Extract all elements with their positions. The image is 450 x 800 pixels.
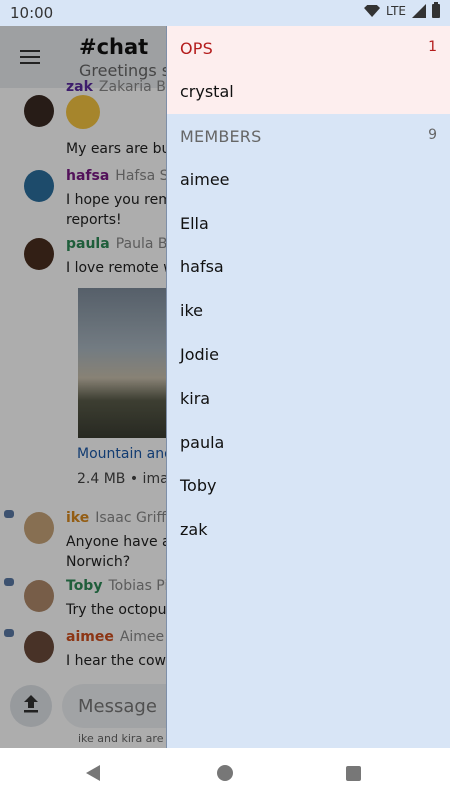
ops-section: OPS 1 crystal [167,26,450,114]
members-label: MEMBERS [180,126,262,146]
member-item[interactable]: Ella [167,202,450,246]
member-name: crystal [180,82,234,101]
recents-icon[interactable] [346,766,361,781]
system-nav-bar [0,748,450,800]
member-name: hafsa [180,257,224,277]
network-label: LTE [386,4,406,18]
member-name: Ella [180,213,209,233]
ops-count: 1 [428,39,437,55]
wifi-icon [364,5,381,17]
member-item[interactable]: crystal [167,70,450,114]
member-name: Jodie [180,344,219,364]
member-item[interactable]: paula [167,421,450,465]
ops-header: OPS 1 [167,26,450,70]
member-name: zak [180,520,208,540]
battery-icon [432,2,440,18]
status-time: 10:00 [10,4,54,22]
member-item[interactable]: Toby [167,464,450,508]
member-name: ike [180,301,203,321]
member-item[interactable]: kira [167,377,450,421]
back-icon[interactable] [86,765,100,781]
status-icons: LTE [364,2,440,18]
signal-icon [412,4,426,18]
home-icon[interactable] [217,765,233,781]
member-name: Toby [180,476,217,496]
member-name: kira [180,388,211,408]
members-header: MEMBERS 9 [167,114,450,158]
ops-label: OPS [180,39,213,58]
member-item[interactable]: Jodie [167,333,450,377]
status-bar: 10:00 LTE [0,0,450,26]
member-item[interactable]: hafsa [167,245,450,289]
member-name: paula [180,432,225,452]
member-item[interactable]: zak [167,508,450,552]
member-name: aimee [180,169,230,189]
member-item[interactable]: ike [167,289,450,333]
members-drawer: OPS 1 crystal MEMBERS 9 aimee Ella hafsa… [166,26,450,748]
members-count: 9 [428,126,437,143]
member-item[interactable]: aimee [167,158,450,202]
